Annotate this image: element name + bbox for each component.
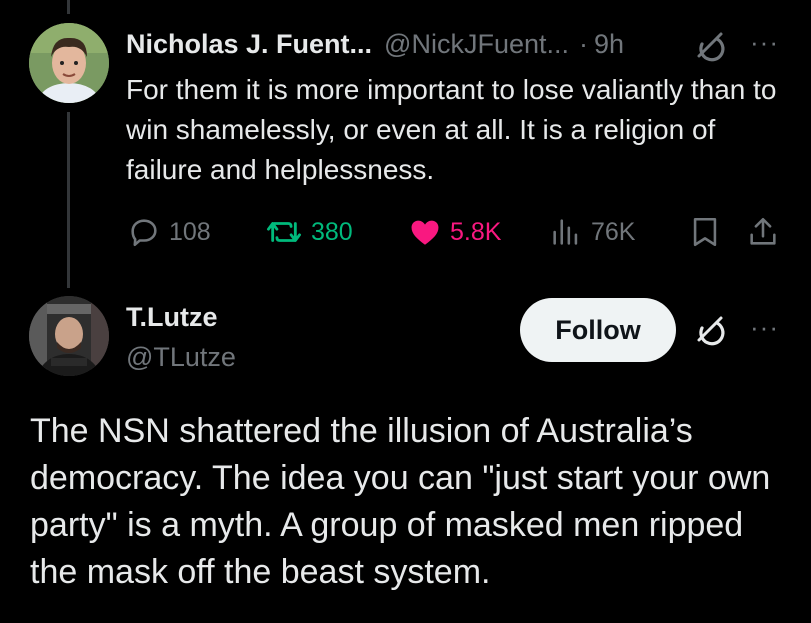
author-name[interactable]: Nicholas J. Fuent... [126,29,372,60]
bookmark-icon [693,217,717,247]
like-icon [411,220,439,245]
author-handle[interactable]: @NickJFuent... [384,29,569,60]
tweet-header: Nicholas J. Fuent... @NickJFuent... · 9h [126,26,624,62]
author-name[interactable]: T.Lutze [126,302,218,333]
avatar[interactable] [29,23,109,103]
tweet-text: For them it is more important to lose va… [126,74,777,185]
reply-icon [131,219,157,247]
thread-connector [67,112,70,288]
repost-icon [266,222,301,242]
more-icon[interactable]: ··· [750,312,779,343]
reply-count: 108 [169,217,211,246]
grok-icon[interactable] [693,313,727,347]
more-icon[interactable]: ··· [750,27,779,58]
tweet-text: The NSN shattered the illusion of Austra… [30,412,771,591]
timeline: Nicholas J. Fuent... @NickJFuent... · 9h… [0,0,811,623]
grok-icon[interactable] [693,29,727,63]
like-button[interactable]: 5.8K [408,212,501,252]
separator: · [579,28,588,59]
bookmark-button[interactable] [688,212,722,252]
views-icon [553,219,578,245]
follow-button[interactable]: Follow [520,298,676,362]
repost-button[interactable]: 380 [265,212,353,252]
share-icon [750,217,776,245]
view-count: 76K [591,217,636,246]
like-count: 5.8K [450,217,502,246]
author-handle[interactable]: @TLutze [126,342,236,373]
thread-connector-top [67,0,70,14]
repost-count: 380 [311,217,353,246]
views-button[interactable]: 76K [549,212,635,252]
avatar[interactable] [29,296,109,376]
timestamp[interactable]: 9h [594,29,624,60]
share-button[interactable] [746,212,780,252]
reply-button[interactable]: 108 [127,212,211,252]
